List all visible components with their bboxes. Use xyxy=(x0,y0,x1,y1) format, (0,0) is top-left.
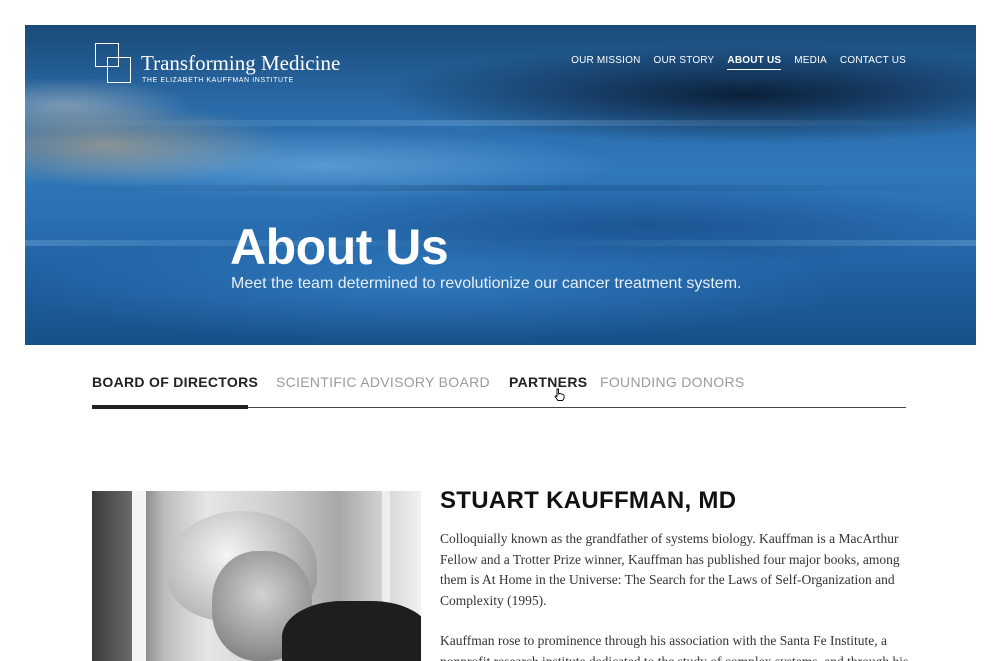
page-title: About Us xyxy=(230,219,449,275)
profile-bio-paragraph-2: Kauffman rose to prominence through his … xyxy=(440,633,909,661)
nav-media[interactable]: MEDIA xyxy=(794,55,827,70)
active-tab-indicator xyxy=(92,405,248,409)
logo-mark-icon-inner xyxy=(107,57,131,83)
profile-bio-paragraph-1: Colloquially known as the grandfather of… xyxy=(440,531,900,608)
tab-founding-donors[interactable]: FOUNDING DONORS xyxy=(600,374,745,390)
site-logo[interactable]: Transforming Medicine THE ELIZABETH KAUF… xyxy=(95,43,355,89)
nav-contact-us[interactable]: CONTACT US xyxy=(840,55,906,70)
hand-pointer-icon xyxy=(554,388,565,401)
nav-about-us[interactable]: ABOUT US xyxy=(727,55,782,70)
page-subtitle: Meet the team determined to revolutioniz… xyxy=(231,275,742,292)
profile-photo xyxy=(92,491,421,661)
logo-subtitle: THE ELIZABETH KAUFFMAN INSTITUTE xyxy=(142,77,294,84)
main-nav: OUR MISSION OUR STORY ABOUT US MEDIA CON… xyxy=(571,55,906,70)
team-tabs: BOARD OF DIRECTORS SCIENTIFIC ADVISORY B… xyxy=(92,374,906,409)
nav-our-story[interactable]: OUR STORY xyxy=(654,55,715,70)
nav-our-mission[interactable]: OUR MISSION xyxy=(571,55,640,70)
tab-scientific-advisory-board[interactable]: SCIENTIFIC ADVISORY BOARD xyxy=(276,374,490,390)
tab-partners[interactable]: PARTNERS xyxy=(509,374,587,390)
logo-title: Transforming Medicine xyxy=(141,51,341,75)
tab-board-of-directors[interactable]: BOARD OF DIRECTORS xyxy=(92,374,258,390)
profile-name: STUART KAUFFMAN, MD xyxy=(440,487,737,514)
hero-banner: Transforming Medicine THE ELIZABETH KAUF… xyxy=(25,25,976,345)
